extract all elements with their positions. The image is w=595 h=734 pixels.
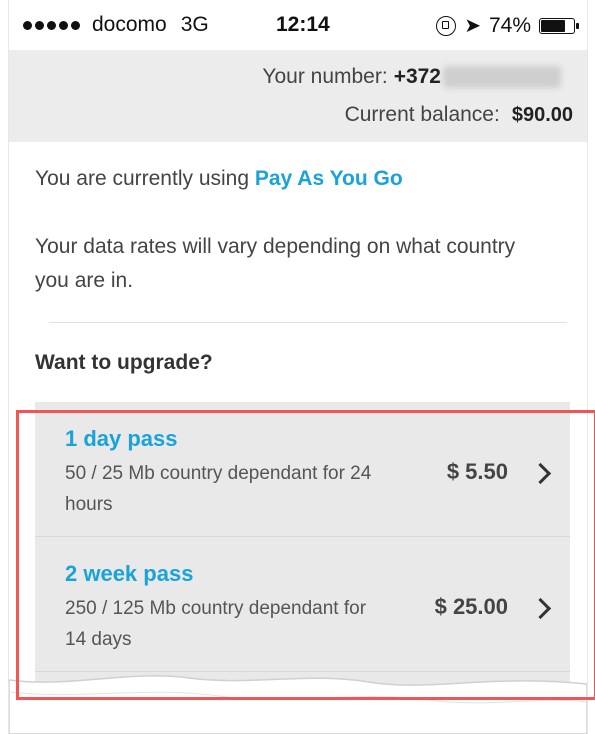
pass-list: 1 day pass 50 / 25 Mb country dependant …	[35, 402, 570, 702]
carrier-name: docomo	[92, 13, 167, 36]
phone-number-label: Your number:	[262, 65, 388, 88]
upgrade-heading: Want to upgrade?	[35, 351, 213, 374]
location-arrow-icon: ➤	[464, 15, 481, 37]
orientation-lock-icon	[436, 15, 457, 36]
battery-icon	[539, 17, 579, 34]
status-time: 12:14	[276, 13, 330, 36]
pass-title: 2 week pass	[65, 561, 194, 586]
network-type: 3G	[180, 13, 209, 36]
rates-note: Your data rates will vary depending on w…	[35, 235, 516, 292]
torn-edge-decoration	[9, 675, 587, 734]
app-frame: docomo 3G 12:14 ➤ 74% Your number: +372 …	[8, 0, 588, 734]
status-left: docomo 3G	[23, 13, 209, 37]
pass-description: 50 / 25 Mb country dependant for 24 hour…	[65, 463, 372, 515]
status-right: ➤ 74%	[436, 13, 579, 38]
divider	[49, 322, 567, 323]
pass-description: 250 / 125 Mb country dependant for 14 da…	[65, 598, 367, 650]
battery-percent: 74%	[488, 13, 531, 37]
phone-number-value: +372	[393, 65, 441, 88]
balance-value: $90.00	[511, 103, 573, 126]
balance-label: Current balance:	[344, 103, 500, 126]
current-plan-prefix: You are currently using	[35, 167, 250, 190]
redacted-number	[443, 66, 561, 88]
pass-price-1-day: $ 5.50	[446, 459, 508, 484]
phone-number-row: Your number: +372	[262, 65, 561, 89]
current-plan-link[interactable]: Pay As You Go	[255, 167, 403, 190]
current-plan-text: You are currently using Pay As You Go	[35, 162, 403, 196]
account-header: Your number: +372 Current balance: $90.0…	[9, 50, 587, 142]
status-bar: docomo 3G 12:14 ➤ 74%	[9, 0, 587, 50]
signal-strength-icon	[23, 20, 80, 30]
pass-price-2-week: $ 25.00	[434, 594, 508, 619]
balance-row: Current balance: $90.00	[345, 103, 573, 127]
pass-title: 1 day pass	[65, 426, 178, 451]
